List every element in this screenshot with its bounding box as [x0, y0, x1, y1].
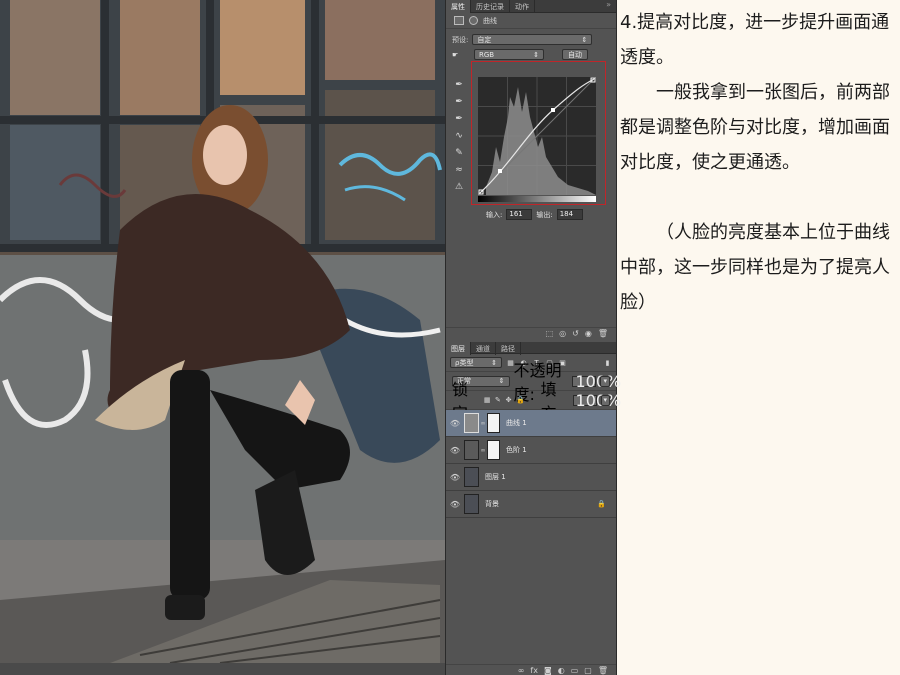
- smooth-icon[interactable]: ≈: [452, 163, 466, 177]
- trash-icon[interactable]: 🗑: [598, 329, 608, 338]
- curve-point-icon[interactable]: ∿: [452, 129, 466, 143]
- channel-row: ☛ RGB ⇕ 自动: [446, 47, 616, 62]
- curve-graph[interactable]: [477, 76, 597, 196]
- output-field[interactable]: 184: [556, 209, 583, 220]
- lock-paint-icon[interactable]: ✎: [495, 396, 502, 404]
- panel-collapse-icon[interactable]: »: [601, 0, 616, 12]
- channel-select[interactable]: RGB ⇕: [474, 49, 544, 60]
- curves-tools: ✒ ✒ ✒ ∿ ✎ ≈ ⚠: [452, 78, 468, 197]
- filter-toggle-icon[interactable]: ▮: [603, 359, 612, 367]
- new-group-icon[interactable]: ▭: [571, 666, 579, 675]
- output-label: 输出:: [536, 210, 553, 219]
- layers-panel: 图层 通道 路径 ρ类型 ⇕ ▦ ◐ T ▢ ▣ ▮ 正常 ⇕ 不透明度: 100%…: [446, 342, 621, 518]
- layers-tab-bar: 图层 通道 路径: [446, 342, 616, 355]
- fill-dropdown-icon[interactable]: ▾: [600, 394, 611, 406]
- histogram: [486, 87, 596, 195]
- chain-icon[interactable]: ∞: [479, 420, 487, 427]
- select-arrow-icon: ⇕: [498, 377, 505, 385]
- eye-icon[interactable]: 👁: [446, 446, 464, 455]
- preset-label: 预设:: [452, 35, 469, 44]
- clip-layer-icon[interactable]: ⬚: [546, 329, 554, 338]
- layer-row-levels[interactable]: 👁 ∞ 色阶 1: [446, 437, 616, 464]
- preset-row: 预设: 自定 ⇕: [446, 32, 616, 47]
- adjustment-name: 曲线: [483, 16, 497, 25]
- paragraph-1: 一般我拿到一张图后，前两部都是调整色阶与对比度，增加画面对比度，使之更通透。: [620, 82, 890, 173]
- layer-row-curves[interactable]: 👁 ∞ 曲线 1: [446, 410, 616, 437]
- step-heading: 4.提高对比度，进一步提升画面通透度。: [620, 12, 890, 68]
- fill-field[interactable]: 100%: [572, 392, 621, 408]
- select-arrow-icon: ⇕: [581, 35, 588, 44]
- eyedropper-gray-icon[interactable]: ✒: [452, 95, 466, 109]
- layer-row-background[interactable]: 👁 背景 🔒: [446, 491, 616, 518]
- layer-name: 曲线 1: [506, 419, 527, 427]
- eyedropper-white-icon[interactable]: ✒: [452, 112, 466, 126]
- filter-kind-select[interactable]: ρ类型 ⇕: [450, 357, 502, 368]
- new-layer-icon[interactable]: ▢: [584, 666, 592, 675]
- input-label: 输入:: [486, 210, 503, 219]
- layer-name: 图层 1: [485, 473, 506, 481]
- layer-mask-thumb[interactable]: [487, 413, 500, 433]
- layers-footer: ∞ fx ◙ ◐ ▭ ▢ 🗑: [446, 664, 616, 675]
- opacity-dropdown-icon[interactable]: ▾: [600, 375, 610, 387]
- io-row: 输入: 161 输出: 184: [486, 209, 583, 220]
- eyedropper-black-icon[interactable]: ✒: [452, 78, 466, 92]
- curve-point: [498, 169, 502, 173]
- tab-actions[interactable]: 动作: [510, 0, 535, 13]
- layer-thumbnail: [464, 494, 479, 514]
- layer-thumbnail: [464, 467, 479, 487]
- layer-row-layer1[interactable]: 👁 图层 1: [446, 464, 616, 491]
- eye-icon[interactable]: 👁: [446, 500, 464, 509]
- input-field[interactable]: 161: [506, 209, 533, 220]
- preset-select[interactable]: 自定 ⇕: [472, 34, 593, 45]
- layer-mask-thumb[interactable]: [487, 440, 500, 460]
- tab-history[interactable]: 历史记录: [471, 0, 510, 13]
- channel-value: RGB: [479, 50, 495, 59]
- tutorial-text: 4.提高对比度，进一步提升画面通透度。 一般我拿到一张图后，前两部都是调整色阶与…: [620, 0, 900, 320]
- properties-footer: ⬚ ◎ ↺ ◉ 🗑: [446, 327, 616, 338]
- photo-canvas: [0, 0, 445, 663]
- lock-move-icon[interactable]: ✥: [505, 396, 512, 404]
- mask-icon[interactable]: [469, 16, 478, 25]
- properties-tab-bar: 属性 历史记录 动作 »: [446, 0, 616, 13]
- select-arrow-icon: ⇕: [533, 50, 539, 59]
- tab-paths[interactable]: 路径: [496, 342, 521, 355]
- select-arrow-icon: ⇕: [491, 358, 497, 367]
- fx-icon[interactable]: fx: [530, 666, 538, 675]
- tab-properties[interactable]: 属性: [446, 0, 471, 13]
- adjustment-header: 曲线: [446, 13, 616, 29]
- hand-tool-icon[interactable]: ☛: [452, 51, 470, 59]
- add-mask-icon[interactable]: ◙: [544, 666, 552, 675]
- lock-icon: 🔒: [597, 500, 606, 508]
- lock-pixels-icon[interactable]: ▦: [484, 396, 491, 404]
- clipping-warning-icon[interactable]: ⚠: [452, 180, 466, 194]
- curves-layer-icon: [464, 413, 479, 433]
- tab-layers[interactable]: 图层: [446, 342, 471, 355]
- visibility-icon[interactable]: ◉: [585, 329, 592, 338]
- eye-icon[interactable]: 👁: [446, 419, 464, 428]
- auto-button[interactable]: 自动: [562, 49, 588, 60]
- opacity-field[interactable]: 100%: [572, 373, 621, 389]
- pencil-icon[interactable]: ✎: [452, 146, 466, 160]
- link-layers-icon[interactable]: ∞: [518, 666, 525, 675]
- new-adjustment-icon[interactable]: ◐: [558, 666, 565, 675]
- curves-adjustment-icon: [454, 16, 464, 25]
- tab-channels[interactable]: 通道: [471, 342, 496, 355]
- reset-icon[interactable]: ↺: [572, 329, 579, 338]
- eye-icon[interactable]: 👁: [446, 473, 464, 482]
- paragraph-2: （人脸的亮度基本上位于曲线中部，这一步同样也是为了提亮人脸）: [620, 222, 890, 313]
- preset-value: 自定: [477, 35, 492, 44]
- lock-all-icon[interactable]: 🔒: [516, 396, 525, 404]
- layer-name: 色阶 1: [506, 446, 527, 454]
- chain-icon[interactable]: ∞: [479, 447, 487, 454]
- view-previous-icon[interactable]: ◎: [559, 329, 566, 338]
- delete-layer-icon[interactable]: 🗑: [598, 666, 608, 675]
- canvas-bottom-bar: [0, 663, 445, 675]
- curve-point: [551, 108, 555, 112]
- levels-layer-icon: [464, 440, 479, 460]
- filter-kind-value: ρ类型: [455, 358, 474, 367]
- gradient-bar: [478, 196, 596, 202]
- layer-name: 背景: [485, 500, 499, 508]
